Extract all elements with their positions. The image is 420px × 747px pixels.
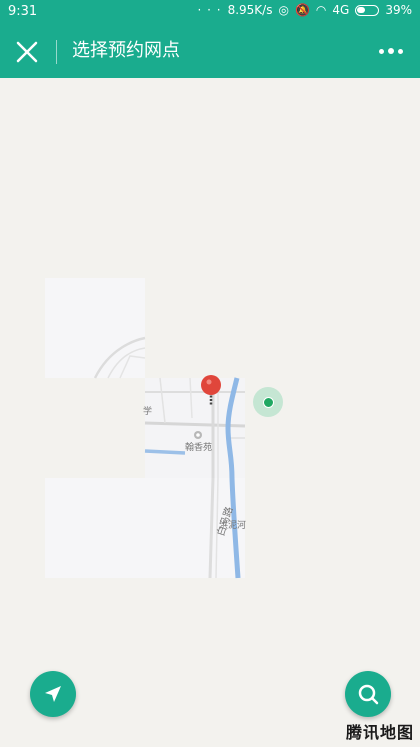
current-location-dot bbox=[262, 396, 274, 408]
mute-icon: 🔕 bbox=[294, 3, 310, 17]
map-pin-icon[interactable] bbox=[199, 374, 223, 408]
more-dots-icon bbox=[379, 48, 384, 54]
hotspot-icon: ◎ bbox=[278, 3, 289, 17]
title-divider bbox=[56, 40, 57, 64]
network-speed: 8.95K/s bbox=[227, 3, 273, 17]
map-brand-logo: 腾讯地图 bbox=[345, 723, 414, 742]
map-label-poi: 翰香苑 bbox=[185, 443, 213, 453]
title-bar: 选择预约网点 bbox=[0, 24, 420, 78]
map-label-partial: 学 bbox=[143, 407, 153, 417]
search-button[interactable] bbox=[345, 671, 391, 717]
navigation-arrow-icon bbox=[45, 686, 61, 702]
status-right: · · · 8.95K/s ◎ 🔕 ◠ 4G 39% bbox=[198, 3, 413, 17]
status-dots: · · · bbox=[197, 3, 222, 17]
more-dots-icon bbox=[398, 48, 403, 54]
map-roads bbox=[93, 336, 246, 579]
search-icon bbox=[358, 684, 379, 705]
network-type: 4G bbox=[332, 3, 350, 17]
close-button[interactable] bbox=[12, 37, 42, 67]
more-button[interactable] bbox=[376, 40, 406, 62]
locate-button[interactable] bbox=[30, 671, 76, 717]
current-location-icon bbox=[253, 387, 283, 417]
battery-level: 39% bbox=[385, 3, 412, 17]
more-dots-icon bbox=[388, 48, 394, 54]
page-title: 选择预约网点 bbox=[72, 40, 180, 61]
wifi-icon: ◠ bbox=[315, 3, 327, 17]
status-bar: 9:31 · · · 8.95K/s ◎ 🔕 ◠ 4G 39% bbox=[0, 0, 420, 24]
status-time: 9:31 bbox=[8, 4, 38, 19]
battery-icon bbox=[355, 4, 380, 16]
close-icon bbox=[16, 41, 38, 63]
map-view[interactable]: 学 翰香苑 洪泥河 白马路 腾讯地图 bbox=[0, 78, 420, 747]
